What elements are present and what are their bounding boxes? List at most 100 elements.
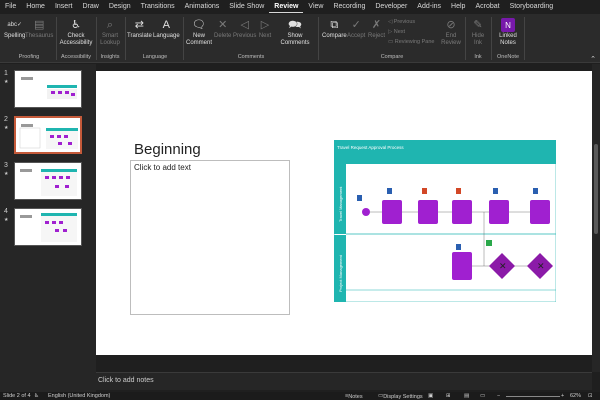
tab-slide-show[interactable]: Slide Show bbox=[224, 0, 269, 13]
thumbnail-number: 1 bbox=[4, 70, 8, 77]
thumbnail-preview bbox=[19, 124, 78, 149]
vertical-scrollbar[interactable] bbox=[592, 64, 600, 372]
tab-design[interactable]: Design bbox=[104, 0, 136, 13]
thumbnail-number: 2 bbox=[4, 116, 8, 123]
tab-transitions[interactable]: Transitions bbox=[136, 0, 180, 13]
smart-lookup-label-2: Lookup bbox=[100, 40, 120, 46]
compare-previous-label: Previous bbox=[393, 19, 416, 25]
diagram-header bbox=[334, 140, 556, 164]
slide-thumbnail-3[interactable] bbox=[14, 162, 82, 200]
notes-pane[interactable]: Click to add notes bbox=[96, 372, 592, 390]
diagram-title: Travel Request Approval Process bbox=[337, 145, 404, 150]
slideshow-icon[interactable]: ▭ bbox=[480, 393, 485, 399]
scrollbar-thumb[interactable] bbox=[594, 144, 598, 234]
process-node bbox=[452, 200, 472, 224]
notes-placeholder: Click to add notes bbox=[98, 377, 154, 384]
reviewing-pane-button[interactable]: ▭ Reviewing Pane bbox=[388, 39, 434, 45]
language-button[interactable]: A Language bbox=[153, 18, 180, 40]
language-status[interactable]: English (United Kingdom) bbox=[48, 393, 110, 399]
zoom-slider[interactable] bbox=[506, 395, 560, 397]
show-comments-icon: 🗪 bbox=[288, 18, 302, 31]
smart-lookup-button[interactable]: ⌕ Smart Lookup bbox=[99, 18, 121, 47]
compare-label: Compare bbox=[322, 33, 347, 39]
animation-star-icon: ★ bbox=[4, 171, 9, 177]
fit-to-window-icon[interactable]: ⊡ bbox=[588, 393, 593, 399]
show-comments-label-2: Comments bbox=[280, 40, 310, 46]
divider bbox=[524, 17, 525, 60]
thesaurus-button[interactable]: ▤ Thesaurus bbox=[25, 18, 53, 40]
language-icon: A bbox=[162, 18, 171, 31]
tab-recording[interactable]: Recording bbox=[328, 0, 370, 13]
zoom-out-icon[interactable]: − bbox=[497, 393, 500, 399]
zoom-level[interactable]: 62% bbox=[570, 393, 581, 399]
translate-button[interactable]: ⇄ Translate bbox=[127, 18, 152, 40]
slide-thumbnail-1[interactable] bbox=[14, 70, 82, 108]
body-placeholder[interactable]: Click to add text bbox=[130, 160, 290, 315]
notes-toggle[interactable]: ≡ Notes bbox=[345, 393, 363, 400]
tab-draw[interactable]: Draw bbox=[77, 0, 103, 13]
process-node bbox=[530, 200, 550, 224]
outlook-icon bbox=[493, 188, 498, 194]
slide-title[interactable]: Beginning bbox=[134, 141, 201, 158]
tab-view[interactable]: View bbox=[303, 0, 328, 13]
excel-icon bbox=[486, 240, 492, 246]
next-comment-button[interactable]: ▷ Next bbox=[258, 18, 272, 40]
slide-thumbnail-2[interactable] bbox=[14, 116, 82, 154]
divider bbox=[56, 17, 57, 60]
thumbnail-preview bbox=[20, 169, 77, 196]
tab-help[interactable]: Help bbox=[446, 0, 470, 13]
process-node bbox=[489, 200, 509, 224]
end-review-label-2: Review bbox=[441, 40, 461, 46]
tab-acrobat[interactable]: Acrobat bbox=[470, 0, 504, 13]
divider bbox=[491, 17, 492, 60]
previous-comment-icon: ◁ bbox=[240, 18, 249, 31]
new-comment-button[interactable]: 🗨 New Comment bbox=[186, 18, 212, 47]
show-comments-button[interactable]: 🗪 Show Comments bbox=[279, 18, 311, 47]
linked-notes-button[interactable]: N Linked Notes bbox=[495, 18, 521, 47]
display-settings-button[interactable]: ▭ Display Settings bbox=[378, 393, 423, 400]
previous-comment-button[interactable]: ◁ Previous bbox=[233, 18, 256, 40]
tab-add-ins[interactable]: Add-ins bbox=[412, 0, 446, 13]
outlook-icon bbox=[456, 244, 461, 250]
delete-comment-label: Delete bbox=[214, 33, 232, 39]
language-label: Language bbox=[153, 33, 180, 39]
proofing-group-label: Proofing bbox=[18, 54, 40, 60]
tab-review[interactable]: Review bbox=[269, 0, 304, 13]
zoom-in-icon[interactable]: + bbox=[561, 393, 564, 399]
compare-button[interactable]: ⧉ Compare bbox=[322, 18, 347, 40]
reading-view-icon[interactable]: ▤ bbox=[464, 393, 469, 399]
tab-file[interactable]: File bbox=[0, 0, 21, 13]
hide-ink-button[interactable]: ✎ Hide Ink bbox=[468, 18, 488, 47]
compare-previous-button[interactable]: ◁ Previous bbox=[388, 19, 415, 25]
slide-counter: Slide 2 of 4 bbox=[3, 393, 31, 399]
reject-button[interactable]: ✗ Reject bbox=[368, 18, 385, 40]
tab-insert[interactable]: Insert bbox=[50, 0, 78, 13]
normal-view-icon[interactable]: ▣ bbox=[428, 393, 433, 399]
compare-next-label: Next bbox=[393, 29, 406, 35]
thesaurus-label: Thesaurus bbox=[25, 33, 54, 39]
hide-ink-label-1: Hide bbox=[471, 33, 485, 39]
tab-home[interactable]: Home bbox=[21, 0, 50, 13]
process-diagram-image[interactable]: Travel Request Approval Process Travel M… bbox=[334, 140, 556, 302]
slide-thumbnails-pane: 1 ★ 2 ★ 3 ★ 4 ★ bbox=[0, 64, 96, 392]
accessibility-group-label: Accessibility bbox=[61, 54, 91, 60]
office-icon bbox=[456, 188, 461, 194]
ribbon-review: abc✓ Spelling ▤ Thesaurus Proofing ♿ Che… bbox=[0, 14, 600, 63]
check-accessibility-button[interactable]: ♿ Check Accessibility bbox=[59, 18, 93, 47]
slide-thumbnail-4[interactable] bbox=[14, 208, 82, 246]
tab-developer[interactable]: Developer bbox=[370, 0, 412, 13]
thumbnail-preview bbox=[21, 77, 77, 99]
notes-toggle-label: Notes bbox=[348, 394, 363, 400]
process-node bbox=[418, 200, 438, 224]
tab-animations[interactable]: Animations bbox=[180, 0, 225, 13]
slide-sorter-icon[interactable]: ⊞ bbox=[446, 393, 451, 399]
tab-storyboarding[interactable]: Storyboarding bbox=[505, 0, 559, 13]
next-comment-icon: ▷ bbox=[260, 18, 270, 31]
end-review-button[interactable]: ⊘ End Review bbox=[440, 18, 462, 47]
accessibility-status-icon[interactable]: ♿ bbox=[34, 393, 39, 399]
check-accessibility-label-1: Check bbox=[67, 33, 85, 39]
compare-next-button[interactable]: ▷ Next bbox=[388, 29, 405, 35]
accept-button[interactable]: ✓ Accept bbox=[347, 18, 365, 40]
spelling-button[interactable]: abc✓ Spelling bbox=[4, 18, 25, 40]
delete-comment-button[interactable]: ✕ Delete bbox=[214, 18, 231, 40]
